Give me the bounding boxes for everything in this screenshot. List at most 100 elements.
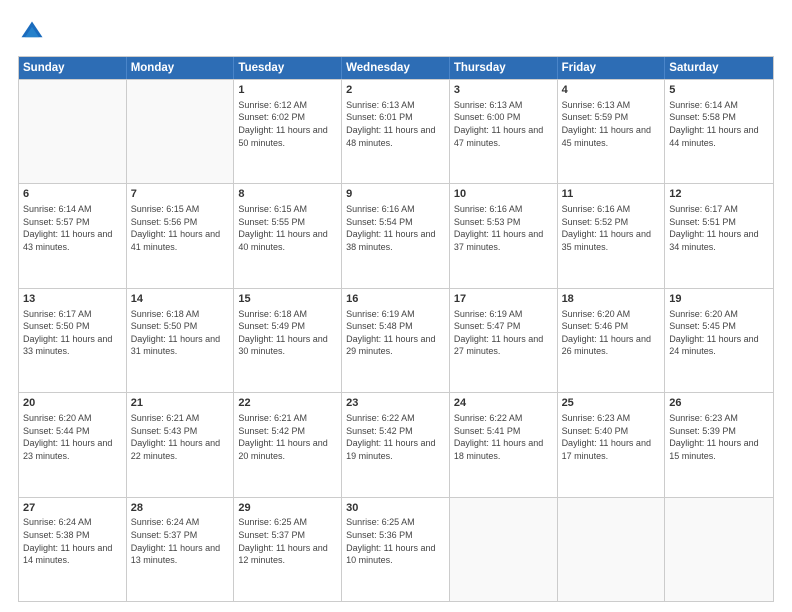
cal-cell: 22Sunrise: 6:21 AMSunset: 5:42 PMDayligh… xyxy=(234,393,342,496)
day-number: 6 xyxy=(23,187,122,202)
cell-info: Sunrise: 6:15 AMSunset: 5:56 PMDaylight:… xyxy=(131,203,230,253)
day-number: 23 xyxy=(346,396,445,411)
day-number: 16 xyxy=(346,292,445,307)
day-number: 21 xyxy=(131,396,230,411)
cell-info: Sunrise: 6:13 AMSunset: 6:01 PMDaylight:… xyxy=(346,99,445,149)
cal-cell: 17Sunrise: 6:19 AMSunset: 5:47 PMDayligh… xyxy=(450,289,558,392)
cell-info: Sunrise: 6:23 AMSunset: 5:40 PMDaylight:… xyxy=(562,412,661,462)
page: SundayMondayTuesdayWednesdayThursdayFrid… xyxy=(0,0,792,612)
logo xyxy=(18,18,50,46)
calendar: SundayMondayTuesdayWednesdayThursdayFrid… xyxy=(18,56,774,602)
day-number: 2 xyxy=(346,83,445,98)
cal-cell xyxy=(558,498,666,601)
day-number: 4 xyxy=(562,83,661,98)
day-number: 10 xyxy=(454,187,553,202)
cal-cell: 16Sunrise: 6:19 AMSunset: 5:48 PMDayligh… xyxy=(342,289,450,392)
cal-cell: 3Sunrise: 6:13 AMSunset: 6:00 PMDaylight… xyxy=(450,80,558,183)
cell-info: Sunrise: 6:13 AMSunset: 6:00 PMDaylight:… xyxy=(454,99,553,149)
cal-cell: 19Sunrise: 6:20 AMSunset: 5:45 PMDayligh… xyxy=(665,289,773,392)
day-number: 1 xyxy=(238,83,337,98)
cell-info: Sunrise: 6:23 AMSunset: 5:39 PMDaylight:… xyxy=(669,412,769,462)
cell-info: Sunrise: 6:19 AMSunset: 5:47 PMDaylight:… xyxy=(454,308,553,358)
day-number: 29 xyxy=(238,501,337,516)
cell-info: Sunrise: 6:18 AMSunset: 5:49 PMDaylight:… xyxy=(238,308,337,358)
cal-cell: 28Sunrise: 6:24 AMSunset: 5:37 PMDayligh… xyxy=(127,498,235,601)
cal-cell: 5Sunrise: 6:14 AMSunset: 5:58 PMDaylight… xyxy=(665,80,773,183)
cal-cell: 18Sunrise: 6:20 AMSunset: 5:46 PMDayligh… xyxy=(558,289,666,392)
cal-cell: 14Sunrise: 6:18 AMSunset: 5:50 PMDayligh… xyxy=(127,289,235,392)
cal-header-thursday: Thursday xyxy=(450,57,558,79)
day-number: 3 xyxy=(454,83,553,98)
day-number: 22 xyxy=(238,396,337,411)
cell-info: Sunrise: 6:24 AMSunset: 5:37 PMDaylight:… xyxy=(131,516,230,566)
day-number: 14 xyxy=(131,292,230,307)
day-number: 28 xyxy=(131,501,230,516)
day-number: 11 xyxy=(562,187,661,202)
cal-week-4: 20Sunrise: 6:20 AMSunset: 5:44 PMDayligh… xyxy=(19,392,773,496)
day-number: 8 xyxy=(238,187,337,202)
cell-info: Sunrise: 6:16 AMSunset: 5:54 PMDaylight:… xyxy=(346,203,445,253)
day-number: 26 xyxy=(669,396,769,411)
cell-info: Sunrise: 6:13 AMSunset: 5:59 PMDaylight:… xyxy=(562,99,661,149)
cal-cell: 25Sunrise: 6:23 AMSunset: 5:40 PMDayligh… xyxy=(558,393,666,496)
day-number: 27 xyxy=(23,501,122,516)
cell-info: Sunrise: 6:14 AMSunset: 5:57 PMDaylight:… xyxy=(23,203,122,253)
cal-cell: 13Sunrise: 6:17 AMSunset: 5:50 PMDayligh… xyxy=(19,289,127,392)
cell-info: Sunrise: 6:21 AMSunset: 5:43 PMDaylight:… xyxy=(131,412,230,462)
cell-info: Sunrise: 6:22 AMSunset: 5:41 PMDaylight:… xyxy=(454,412,553,462)
cell-info: Sunrise: 6:14 AMSunset: 5:58 PMDaylight:… xyxy=(669,99,769,149)
cal-week-3: 13Sunrise: 6:17 AMSunset: 5:50 PMDayligh… xyxy=(19,288,773,392)
cal-cell: 21Sunrise: 6:21 AMSunset: 5:43 PMDayligh… xyxy=(127,393,235,496)
cell-info: Sunrise: 6:25 AMSunset: 5:37 PMDaylight:… xyxy=(238,516,337,566)
day-number: 5 xyxy=(669,83,769,98)
cal-cell: 29Sunrise: 6:25 AMSunset: 5:37 PMDayligh… xyxy=(234,498,342,601)
logo-icon xyxy=(18,18,46,46)
cal-cell: 2Sunrise: 6:13 AMSunset: 6:01 PMDaylight… xyxy=(342,80,450,183)
cal-cell: 20Sunrise: 6:20 AMSunset: 5:44 PMDayligh… xyxy=(19,393,127,496)
cal-cell: 6Sunrise: 6:14 AMSunset: 5:57 PMDaylight… xyxy=(19,184,127,287)
cell-info: Sunrise: 6:20 AMSunset: 5:46 PMDaylight:… xyxy=(562,308,661,358)
day-number: 24 xyxy=(454,396,553,411)
cal-cell xyxy=(127,80,235,183)
day-number: 17 xyxy=(454,292,553,307)
cal-cell xyxy=(665,498,773,601)
day-number: 12 xyxy=(669,187,769,202)
cell-info: Sunrise: 6:21 AMSunset: 5:42 PMDaylight:… xyxy=(238,412,337,462)
day-number: 19 xyxy=(669,292,769,307)
cell-info: Sunrise: 6:19 AMSunset: 5:48 PMDaylight:… xyxy=(346,308,445,358)
cal-week-2: 6Sunrise: 6:14 AMSunset: 5:57 PMDaylight… xyxy=(19,183,773,287)
cell-info: Sunrise: 6:17 AMSunset: 5:50 PMDaylight:… xyxy=(23,308,122,358)
cal-header-wednesday: Wednesday xyxy=(342,57,450,79)
cell-info: Sunrise: 6:15 AMSunset: 5:55 PMDaylight:… xyxy=(238,203,337,253)
day-number: 13 xyxy=(23,292,122,307)
cal-cell: 10Sunrise: 6:16 AMSunset: 5:53 PMDayligh… xyxy=(450,184,558,287)
day-number: 15 xyxy=(238,292,337,307)
cal-header-saturday: Saturday xyxy=(665,57,773,79)
day-number: 20 xyxy=(23,396,122,411)
cal-cell: 24Sunrise: 6:22 AMSunset: 5:41 PMDayligh… xyxy=(450,393,558,496)
cal-cell: 8Sunrise: 6:15 AMSunset: 5:55 PMDaylight… xyxy=(234,184,342,287)
cell-info: Sunrise: 6:20 AMSunset: 5:44 PMDaylight:… xyxy=(23,412,122,462)
cal-header-tuesday: Tuesday xyxy=(234,57,342,79)
header xyxy=(18,18,774,46)
cell-info: Sunrise: 6:16 AMSunset: 5:53 PMDaylight:… xyxy=(454,203,553,253)
day-number: 7 xyxy=(131,187,230,202)
cell-info: Sunrise: 6:24 AMSunset: 5:38 PMDaylight:… xyxy=(23,516,122,566)
cell-info: Sunrise: 6:16 AMSunset: 5:52 PMDaylight:… xyxy=(562,203,661,253)
cal-cell xyxy=(19,80,127,183)
cal-cell: 7Sunrise: 6:15 AMSunset: 5:56 PMDaylight… xyxy=(127,184,235,287)
cal-header-sunday: Sunday xyxy=(19,57,127,79)
cal-cell xyxy=(450,498,558,601)
cal-header-monday: Monday xyxy=(127,57,235,79)
cal-cell: 23Sunrise: 6:22 AMSunset: 5:42 PMDayligh… xyxy=(342,393,450,496)
cal-cell: 27Sunrise: 6:24 AMSunset: 5:38 PMDayligh… xyxy=(19,498,127,601)
cal-cell: 1Sunrise: 6:12 AMSunset: 6:02 PMDaylight… xyxy=(234,80,342,183)
cell-info: Sunrise: 6:12 AMSunset: 6:02 PMDaylight:… xyxy=(238,99,337,149)
cal-header-friday: Friday xyxy=(558,57,666,79)
calendar-header-row: SundayMondayTuesdayWednesdayThursdayFrid… xyxy=(19,57,773,79)
cal-cell: 12Sunrise: 6:17 AMSunset: 5:51 PMDayligh… xyxy=(665,184,773,287)
cal-week-5: 27Sunrise: 6:24 AMSunset: 5:38 PMDayligh… xyxy=(19,497,773,601)
cell-info: Sunrise: 6:25 AMSunset: 5:36 PMDaylight:… xyxy=(346,516,445,566)
cal-cell: 30Sunrise: 6:25 AMSunset: 5:36 PMDayligh… xyxy=(342,498,450,601)
cal-cell: 9Sunrise: 6:16 AMSunset: 5:54 PMDaylight… xyxy=(342,184,450,287)
